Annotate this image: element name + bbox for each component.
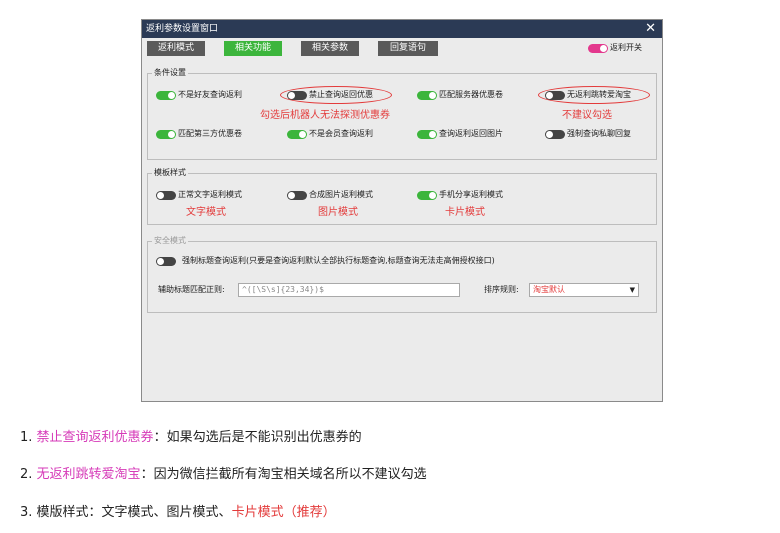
option-force-title-query[interactable]: 强制标题查询返利(只要是查询返利默认全部执行标题查询,标题查询无法走高佣授权接口… [156, 255, 495, 268]
option-return-image[interactable]: 查询返利返回图片 [417, 128, 503, 141]
option-not-friend-query[interactable]: 不是好友查询返利 [156, 89, 242, 102]
highlight-ellipse-coupon [280, 86, 392, 104]
toggle-icon[interactable] [287, 190, 307, 200]
toggle-icon[interactable] [545, 129, 565, 139]
option-text-mode[interactable]: 正常文字返利模式 [156, 189, 242, 202]
toggle-icon[interactable] [417, 90, 437, 100]
option-third-party-coupon[interactable]: 匹配第三方优惠卷 [156, 128, 242, 141]
toggle-icon[interactable] [156, 90, 176, 100]
sort-select[interactable]: 淘宝默认 ▼ [529, 283, 639, 297]
option-not-member-query[interactable]: 不是会员查询返利 [287, 128, 373, 141]
option-card-mode[interactable]: 手机分享返利模式 [417, 189, 503, 202]
note-item-1: 1. 禁止查询返利优惠券：如果勾选后是不能识别出优惠券的 [20, 430, 362, 445]
regex-label: 辅助标题匹配正则: [158, 285, 225, 294]
toggle-icon[interactable] [417, 129, 437, 139]
note-highlight: 卡片模式（推荐） [231, 505, 336, 520]
note-highlight: 无返利跳转爱淘宝 [36, 467, 141, 482]
tab-related-functions[interactable]: 相关功能 [224, 41, 282, 56]
tab-rebate-mode[interactable]: 返利模式 [147, 41, 205, 56]
conditions-group-label: 条件设置 [152, 67, 188, 79]
sort-label: 排序规则: [484, 285, 519, 294]
close-icon[interactable]: ✕ [645, 20, 656, 37]
option-image-mode[interactable]: 合成图片返利模式 [287, 189, 373, 202]
security-group: 安全模式 [147, 235, 657, 313]
settings-window: 返利参数设置窗口 ✕ 返利模式 相关功能 相关参数 回复语句 返利开关 条件设置… [141, 19, 663, 402]
note-item-3: 3. 模版样式：文字模式、图片模式、卡片模式（推荐） [20, 505, 336, 520]
note-highlight: 禁止查询返利优惠券 [36, 430, 154, 445]
chevron-down-icon[interactable]: ▼ [630, 284, 635, 296]
master-switch-label: 返利开关 [610, 43, 642, 52]
note-item-2: 2. 无返利跳转爱淘宝：因为微信拦截所有淘宝相关域名所以不建议勾选 [20, 467, 427, 482]
option-match-server-coupon[interactable]: 匹配服务器优惠卷 [417, 89, 503, 102]
sort-select-value: 淘宝默认 [533, 285, 565, 294]
toggle-icon[interactable] [287, 129, 307, 139]
annotation-coupon: 勾选后机器人无法探测优惠券 [260, 110, 390, 121]
window-title: 返利参数设置窗口 [146, 24, 219, 34]
master-switch[interactable]: 返利开关 [588, 42, 642, 55]
toggle-icon[interactable] [156, 190, 176, 200]
highlight-ellipse-jump [538, 86, 650, 104]
toggle-icon[interactable] [156, 129, 176, 139]
regex-input[interactable]: ^([\S\s]{23,34})$ [238, 283, 460, 297]
window-titlebar: 返利参数设置窗口 ✕ [142, 20, 662, 38]
annotation-card-mode: 卡片模式 [445, 207, 485, 218]
option-force-private-reply[interactable]: 强制查询私聊回复 [545, 128, 631, 141]
template-style-group-label: 模板样式 [152, 167, 188, 179]
annotation-text-mode: 文字模式 [186, 207, 226, 218]
annotation-jump: 不建议勾选 [562, 110, 612, 121]
security-group-label: 安全模式 [152, 235, 188, 247]
toggle-switch-icon[interactable] [588, 43, 608, 53]
annotation-image-mode: 图片模式 [318, 207, 358, 218]
tab-reply-phrases[interactable]: 回复语句 [378, 41, 438, 56]
toggle-icon[interactable] [156, 256, 176, 266]
toggle-icon[interactable] [417, 190, 437, 200]
tab-related-params[interactable]: 相关参数 [301, 41, 359, 56]
